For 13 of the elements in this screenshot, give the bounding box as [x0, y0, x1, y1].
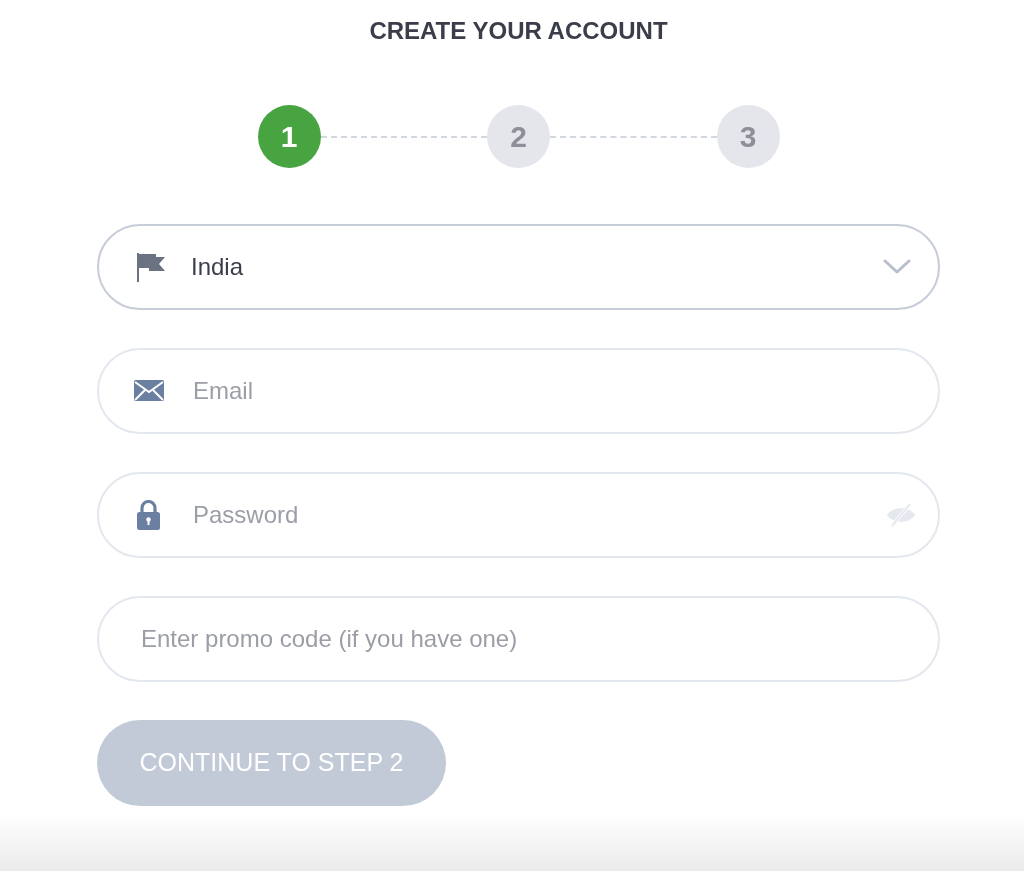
eye-off-icon[interactable]: [886, 502, 916, 528]
email-field[interactable]: Email: [97, 348, 940, 434]
password-field[interactable]: Password: [97, 472, 940, 558]
step-indicator: 3: [716, 105, 780, 168]
envelope-icon: [134, 380, 164, 401]
step-indicator: 1: [257, 105, 321, 168]
lock-icon: [137, 500, 160, 530]
chevron-down-icon: [883, 259, 911, 275]
promo-code-field[interactable]: Enter promo code (if you have one): [97, 596, 940, 682]
country-select[interactable]: India: [97, 224, 940, 310]
page-title: CREATE YOUR ACCOUNT: [369, 16, 668, 46]
flag-icon: [137, 252, 165, 282]
step-indicator: 2: [487, 105, 550, 168]
